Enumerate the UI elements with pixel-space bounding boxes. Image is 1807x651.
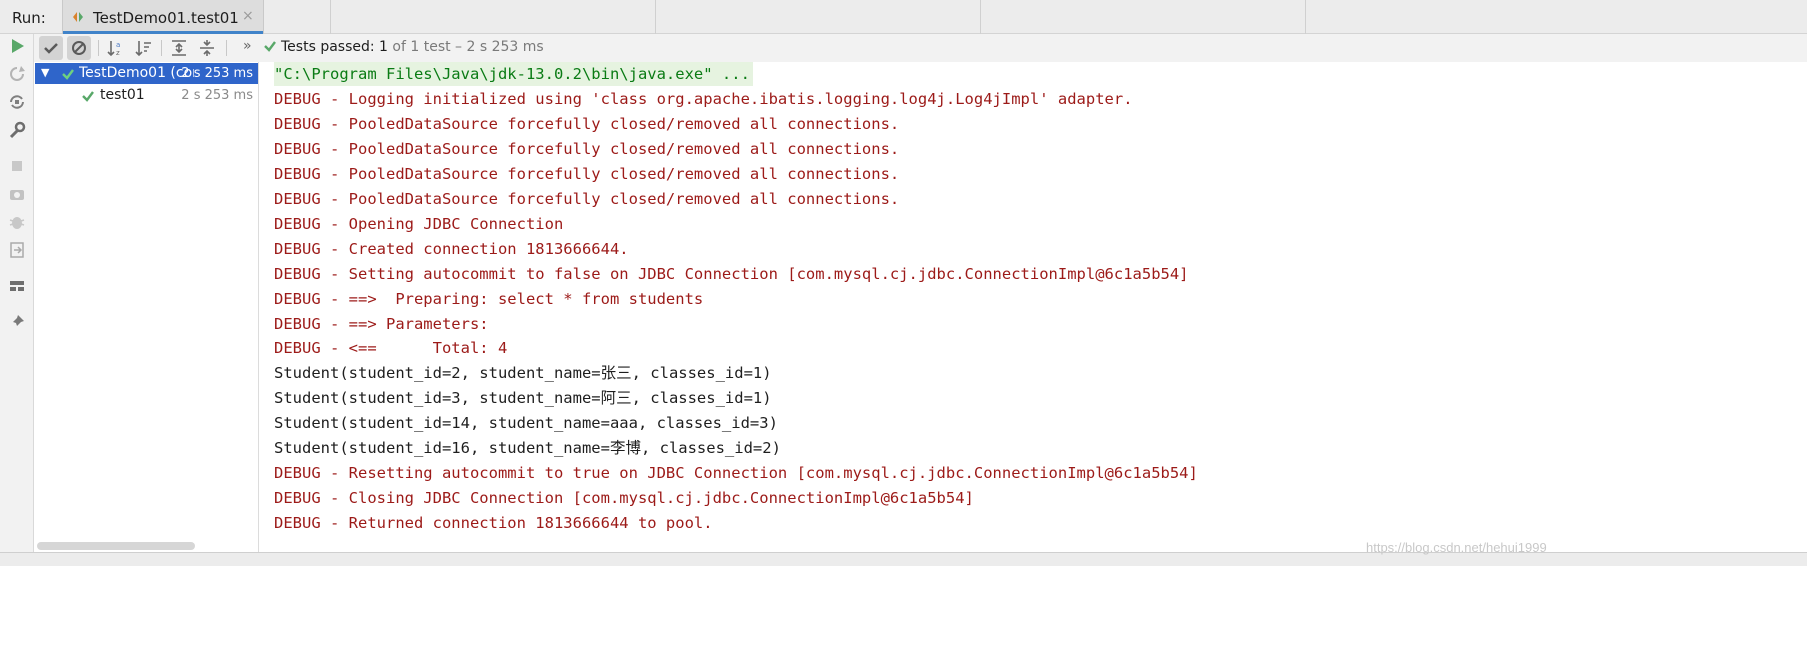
passed-icon bbox=[82, 91, 94, 102]
console-line: DEBUG - Opening JDBC Connection bbox=[274, 214, 564, 233]
console-output[interactable]: "C:\Program Files\Java\jdk-13.0.2\bin\ja… bbox=[260, 62, 1807, 552]
show-passed-icon[interactable] bbox=[39, 36, 63, 60]
sort-alpha-icon[interactable]: a z bbox=[104, 36, 128, 60]
svg-text:a: a bbox=[116, 41, 120, 49]
console-line: DEBUG - Logging initialized using 'class… bbox=[274, 89, 1133, 108]
tab-title: TestDemo01.test01 bbox=[93, 9, 239, 27]
console-line: Student(student_id=16, student_name=李博, … bbox=[274, 439, 781, 458]
console-line: DEBUG - ==> Parameters: bbox=[274, 314, 498, 333]
watermark: https://blog.csdn.net/hehui1999 bbox=[1366, 540, 1547, 555]
console-line: DEBUG - Resetting autocommit to true on … bbox=[274, 464, 1198, 483]
camera-icon[interactable] bbox=[7, 184, 27, 204]
console-line: DEBUG - ==> Preparing: select * from stu… bbox=[274, 289, 704, 308]
tree-item-test01[interactable]: test01 2 s 253 ms bbox=[35, 85, 258, 106]
console-line: DEBUG - Setting autocommit to false on J… bbox=[274, 264, 1189, 283]
console-line: DEBUG - PooledDataSource forcefully clos… bbox=[274, 164, 900, 183]
divider bbox=[980, 0, 981, 34]
bug-icon[interactable] bbox=[7, 212, 27, 232]
console-command-line: "C:\Program Files\Java\jdk-13.0.2\bin\ja… bbox=[274, 62, 753, 86]
console-line: DEBUG - Created connection 1813666644. bbox=[274, 239, 629, 258]
wrench-icon[interactable] bbox=[7, 120, 27, 140]
run-icon[interactable] bbox=[7, 36, 27, 56]
console-line: DEBUG - PooledDataSource forcefully clos… bbox=[274, 139, 900, 158]
divider bbox=[330, 0, 331, 34]
toggle-auto-test-icon[interactable] bbox=[7, 92, 27, 112]
test-toolbar: a z » Tests passed: 1 of 1 test – 2 s 25… bbox=[34, 34, 1807, 62]
run-config-icon bbox=[73, 12, 83, 22]
rerun-failed-icon[interactable] bbox=[7, 64, 27, 84]
pin-icon[interactable] bbox=[7, 312, 27, 332]
console-line: DEBUG - Returned connection 1813666644 t… bbox=[274, 514, 713, 533]
console-line: Student(student_id=2, student_name=张三, c… bbox=[274, 364, 772, 383]
close-icon[interactable]: × bbox=[242, 8, 254, 24]
separator bbox=[98, 40, 99, 56]
tree-item-testdemo01[interactable]: ▼ TestDemo01 (com 2 s 253 ms bbox=[35, 63, 258, 84]
tree-item-time: 2 s 253 ms bbox=[181, 88, 253, 103]
more-actions-chevron[interactable]: » bbox=[243, 38, 252, 54]
console-line: DEBUG - Closing JDBC Connection [com.mys… bbox=[274, 489, 974, 508]
console-line: Student(student_id=14, student_name=aaa,… bbox=[274, 414, 778, 433]
run-tool-window-header: Run: TestDemo01.test01 × bbox=[0, 0, 1807, 34]
layout-icon[interactable] bbox=[7, 276, 27, 296]
expand-all-icon[interactable] bbox=[167, 36, 191, 60]
console-line: DEBUG - PooledDataSource forcefully clos… bbox=[274, 189, 900, 208]
divider bbox=[1305, 0, 1306, 34]
collapse-all-icon[interactable] bbox=[195, 36, 219, 60]
exit-icon[interactable] bbox=[7, 240, 27, 260]
test-tree: ▼ TestDemo01 (com 2 s 253 ms test01 2 s … bbox=[35, 62, 259, 552]
tree-item-label: TestDemo01 (com bbox=[79, 65, 194, 81]
status-suffix: of 1 test – 2 s 253 ms bbox=[387, 39, 544, 55]
separator bbox=[161, 40, 162, 56]
console-line: DEBUG - <== Total: 4 bbox=[274, 339, 508, 358]
tree-item-label: test01 bbox=[100, 87, 145, 103]
divider bbox=[655, 0, 656, 34]
tree-item-time: 2 s 253 ms bbox=[181, 66, 253, 81]
stop-icon[interactable] bbox=[7, 156, 27, 176]
check-icon bbox=[264, 41, 276, 52]
console-line: Student(student_id=3, student_name=阿三, c… bbox=[274, 389, 772, 408]
left-toolbar bbox=[0, 34, 34, 634]
tab-testdemo01-test01[interactable]: TestDemo01.test01 × bbox=[62, 0, 264, 34]
status-prefix: Tests passed: bbox=[281, 39, 380, 55]
console-line: DEBUG - PooledDataSource forcefully clos… bbox=[274, 114, 900, 133]
horizontal-scrollbar[interactable] bbox=[37, 542, 195, 550]
run-label: Run: bbox=[12, 9, 46, 27]
separator bbox=[226, 40, 227, 56]
page-background bbox=[0, 566, 1807, 651]
chevron-down-icon[interactable]: ▼ bbox=[41, 66, 49, 79]
show-ignored-icon[interactable] bbox=[67, 36, 91, 60]
svg-text:z: z bbox=[116, 49, 120, 57]
test-status: Tests passed: 1 of 1 test – 2 s 253 ms bbox=[263, 39, 544, 55]
passed-icon bbox=[62, 69, 74, 80]
sort-duration-icon[interactable] bbox=[132, 36, 156, 60]
status-count: 1 bbox=[379, 39, 388, 55]
